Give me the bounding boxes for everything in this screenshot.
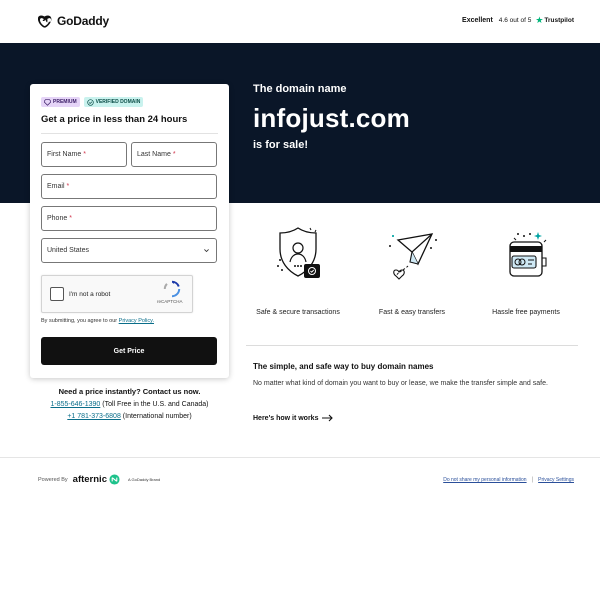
diamond-icon (44, 98, 51, 106)
privacy-policy-link[interactable]: Privacy Policy. (119, 318, 154, 324)
country-select[interactable]: United States (41, 238, 217, 263)
recaptcha-widget: I'm not a robot reCAPTCHA (41, 275, 193, 313)
afternic-logo[interactable]: afternic (73, 474, 120, 485)
required-marker: * (66, 183, 70, 190)
arrow-right-icon (322, 414, 334, 422)
feature-secure: Safe & secure transactions (243, 222, 353, 316)
how-it-works-link[interactable]: Here's how it works (253, 414, 334, 422)
phone-intl-note: (International number) (122, 413, 192, 420)
star-icon: ★ (535, 15, 544, 25)
feature-payments: Hassle free payments (471, 222, 581, 316)
phone-us-note: (Toll Free in the U.S. and Canada) (102, 401, 209, 408)
phone-us-line: 1-855-646-1390 (Toll Free in the U.S. an… (30, 401, 229, 408)
phone-intl-line: +1 781-373-6808 (International number) (30, 413, 229, 420)
badges: PREMIUM VERIFIED DOMAIN (41, 97, 144, 107)
info-title: The simple, and safe way to buy domain n… (253, 362, 434, 371)
country-value: United States (47, 247, 90, 254)
required-marker: * (172, 151, 176, 158)
email-placeholder: Email (47, 183, 65, 190)
info-description: No matter what kind of domain you want t… (253, 380, 548, 387)
get-price-button[interactable]: Get Price (41, 337, 217, 365)
trustpilot-rating[interactable]: Excellent 4.6 out of 5 ★ Trustpilot (462, 16, 574, 25)
wallet-card-icon (509, 232, 547, 277)
footer-links: Do not share my personal information | P… (443, 477, 574, 483)
shield-lock-icon (277, 227, 320, 278)
domain-name: infojust.com (253, 103, 410, 133)
privacy-settings-link[interactable]: Privacy Settings (538, 477, 574, 483)
do-not-share-link[interactable]: Do not share my personal information (443, 477, 526, 483)
godaddy-brand-note: A GoDaddy Brand (127, 477, 161, 482)
phone-placeholder: Phone (47, 215, 68, 222)
header: GoDaddy Excellent 4.6 out of 5 ★ Trustpi… (0, 0, 600, 43)
footer-divider (0, 457, 600, 458)
logo-text: GoDaddy (57, 14, 109, 28)
chevron-down-icon (204, 249, 209, 253)
recaptcha-brand: reCAPTCHA (157, 299, 183, 304)
premium-badge: PREMIUM (41, 97, 80, 107)
hero-subtitle: The domain name (253, 83, 347, 95)
phone-us-link[interactable]: 1-855-646-1390 (50, 401, 100, 408)
check-circle-icon (86, 98, 94, 106)
powered-by: Powered By afternic A GoDaddy Brand (38, 474, 160, 485)
required-marker: * (83, 151, 86, 158)
premium-badge-label: PREMIUM (53, 99, 77, 105)
afternic-mark-icon (109, 474, 120, 485)
powered-by-label: Powered By (38, 476, 68, 483)
verified-badge-label: VERIFIED DOMAIN (95, 99, 141, 105)
required-marker: * (69, 215, 72, 222)
price-request-form: PREMIUM VERIFIED DOMAIN Get a price in l… (30, 84, 229, 378)
last-name-placeholder: Last Name (137, 151, 171, 158)
feature-payments-label: Hassle free payments (492, 309, 560, 316)
afternic-text: afternic (72, 474, 107, 485)
trustpilot-logo: ★ Trustpilot (535, 16, 574, 25)
contact-title: Need a price instantly? Contact us now. (58, 387, 201, 396)
recaptcha-logo-icon (163, 280, 181, 298)
for-sale-text: is for sale! (253, 139, 309, 151)
feature-secure-label: Safe & secure transactions (256, 309, 340, 316)
rating-label: Excellent (462, 17, 493, 24)
form-title: Get a price in less than 24 hours (41, 114, 188, 125)
phone-field[interactable]: Phone * (41, 206, 217, 231)
verified-domain-badge: VERIFIED DOMAIN (83, 97, 144, 107)
rating-score: 4.6 out of 5 (498, 17, 532, 24)
consent-prefix: By submitting, you agree to our (41, 318, 118, 324)
feature-transfers: Fast & easy transfers (357, 222, 467, 316)
consent-text: By submitting, you agree to our Privacy … (41, 318, 154, 324)
divider (246, 345, 578, 346)
contact-section: Need a price instantly? Contact us now. … (30, 387, 229, 425)
phone-intl-link[interactable]: +1 781-373-6808 (67, 413, 121, 420)
email-field[interactable]: Email * (41, 174, 217, 199)
divider (41, 133, 218, 134)
paper-plane-icon (389, 233, 437, 280)
recaptcha-checkbox[interactable] (50, 287, 64, 301)
trustpilot-text: Trustpilot (544, 17, 574, 24)
recaptcha-label: I'm not a robot (69, 291, 111, 298)
feature-transfers-label: Fast & easy transfers (378, 309, 446, 316)
godaddy-logo-icon (38, 15, 52, 28)
first-name-placeholder: First Name (47, 151, 82, 158)
how-it-works-label: Here's how it works (253, 414, 319, 422)
separator: | (531, 477, 534, 483)
last-name-field[interactable]: Last Name * (131, 142, 217, 167)
godaddy-logo[interactable]: GoDaddy (38, 13, 109, 29)
first-name-field[interactable]: First Name * (41, 142, 127, 167)
